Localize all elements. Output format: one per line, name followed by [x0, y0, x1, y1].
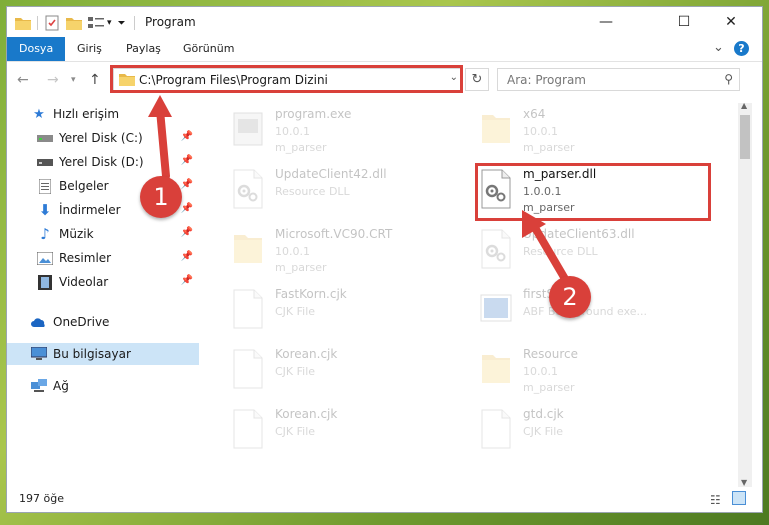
- arrow-1-line: [156, 106, 170, 180]
- annotation-arrows: [148, 95, 572, 288]
- step-2-badge: 2: [549, 276, 591, 318]
- arrow-1-head: [148, 95, 172, 117]
- arrow-2-line: [530, 222, 572, 288]
- step-1-badge: 1: [140, 176, 182, 218]
